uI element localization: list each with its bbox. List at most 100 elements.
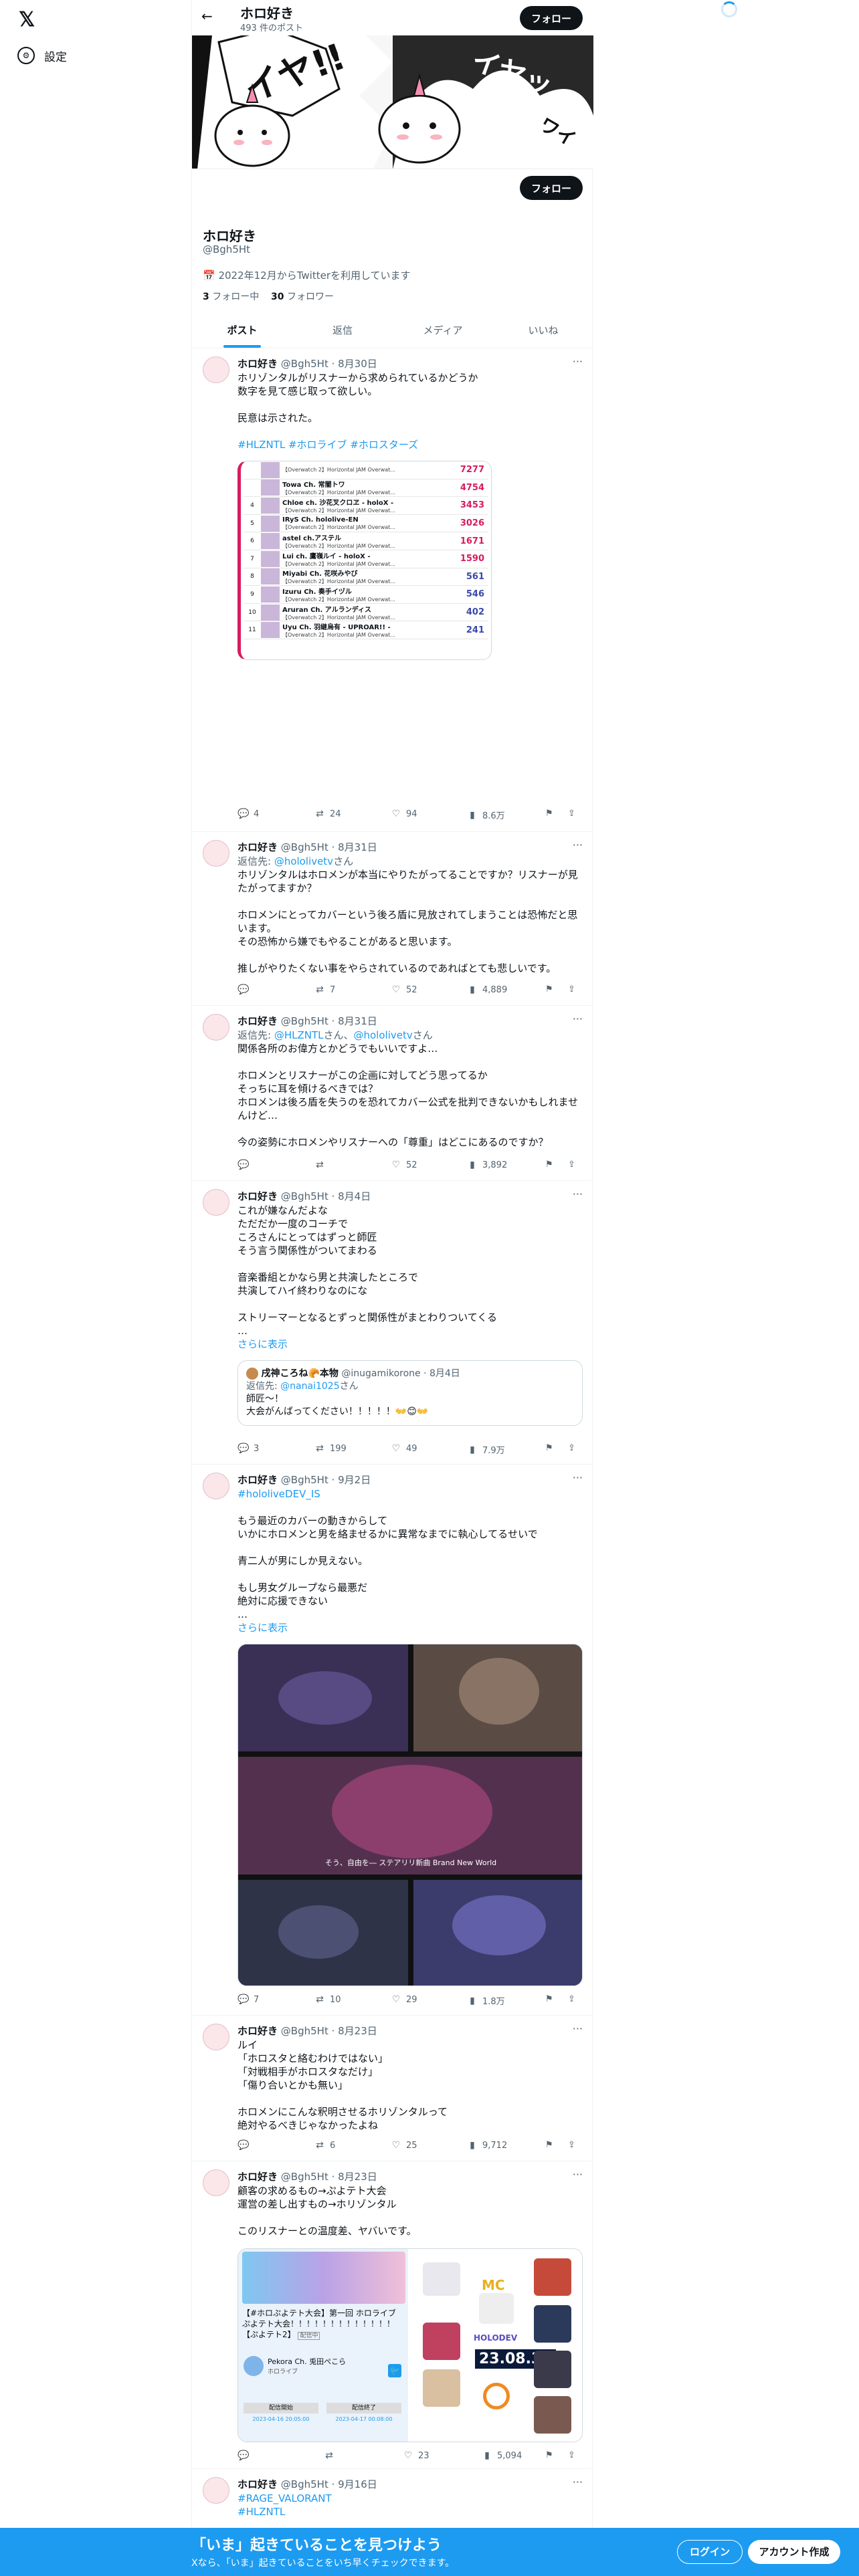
tab-posts[interactable]: ポスト (192, 313, 292, 348)
more-icon[interactable]: ··· (573, 2168, 583, 2181)
tab-media[interactable]: メディア (393, 313, 493, 348)
share-icon[interactable]: ⇪ (568, 1443, 575, 1453)
tweet-hashtag[interactable]: #hololiveDEV_IS (237, 1487, 583, 1501)
tweet-author[interactable]: ホロ好き (237, 2478, 278, 2490)
reply-button[interactable]: 💬 (237, 2140, 254, 2151)
like-button[interactable]: ♡ 29 (390, 1994, 417, 2005)
tweet-hashtags[interactable]: #HLZNTL #ホロライブ #ホロスターズ (237, 438, 583, 451)
share-icon[interactable]: ⇪ (568, 809, 575, 819)
share-icon[interactable]: ⇪ (568, 984, 575, 994)
image-left[interactable]: 【#ホロぷよテト大会】第一回 ホロライブぷよテト大会！！！！！！！！！！！！！【… (238, 2249, 409, 2442)
views-button[interactable]: ▮ 5,094 (481, 2450, 522, 2461)
reply-handle-link[interactable]: @HLZNTL (274, 1029, 324, 1041)
retweet-button[interactable]: ⇄ 199 (314, 1443, 347, 1454)
avatar[interactable] (203, 2477, 229, 2504)
tweet[interactable]: ホロ好き @Bgh5Ht · 8月4日 ··· これが嫌なんだよな ただだか一度… (192, 1181, 593, 1465)
bookmark-icon[interactable]: ⚑ (545, 2450, 553, 2460)
share-icon[interactable]: ⇪ (568, 1160, 575, 1170)
more-icon[interactable]: ··· (573, 2022, 583, 2035)
retweet-button[interactable]: ⇄ (323, 2450, 339, 2461)
avatar[interactable] (203, 1473, 229, 1499)
tweet-author[interactable]: ホロ好き (237, 2025, 278, 2037)
views-button[interactable]: ▮ 8.6万 (466, 809, 505, 822)
followers-link[interactable]: 30 フォロワー (271, 292, 334, 302)
views-button[interactable]: ▮ 3,892 (466, 1160, 507, 1170)
bookmark-icon[interactable]: ⚑ (545, 1160, 553, 1170)
quote-reply-handle[interactable]: @nanai1025 (280, 1381, 339, 1392)
bookmark-icon[interactable]: ⚑ (545, 1443, 553, 1453)
retweet-button[interactable]: ⇄ (314, 1160, 330, 1170)
share-icon[interactable]: ⇪ (568, 2450, 575, 2460)
bookmark-icon[interactable]: ⚑ (545, 809, 553, 819)
like-button[interactable]: ♡ 25 (390, 2140, 417, 2151)
back-arrow-icon[interactable]: ← (201, 8, 213, 24)
avatar[interactable] (203, 1014, 229, 1041)
following-link[interactable]: 3 フォロー中 (203, 292, 259, 302)
views-button[interactable]: ▮ 1.8万 (466, 1994, 505, 2008)
retweet-button[interactable]: ⇄ 6 (314, 2140, 335, 2151)
bookmark-icon[interactable]: ⚑ (545, 984, 553, 994)
more-icon[interactable]: ··· (573, 839, 583, 851)
retweet-button[interactable]: ⇄ 24 (314, 809, 341, 819)
reply-button[interactable]: 💬 3 (237, 1443, 259, 1454)
like-button[interactable]: ♡ 52 (390, 1160, 417, 1170)
tweet-author[interactable]: ホロ好き (237, 1015, 278, 1027)
settings-link[interactable]: ⚙ 設定 (17, 47, 67, 64)
reply-button[interactable]: 💬 4 (237, 809, 259, 819)
tweet-image[interactable]: そう、自由を― ステアリリ新曲 Brand New World (237, 1644, 583, 1986)
like-button[interactable]: ♡ 23 (402, 2450, 430, 2461)
views-button[interactable]: ▮ 9,712 (466, 2140, 507, 2151)
topbar-follow-button[interactable]: フォロー (520, 6, 583, 30)
tweet-author[interactable]: ホロ好き (237, 1474, 278, 1486)
tweet-hashtags[interactable]: #RAGE_VALORANT #HLZNTL (237, 2492, 583, 2518)
more-icon[interactable]: ··· (573, 1471, 583, 1484)
tweet-image-pair[interactable]: 【#ホロぷよテト大会】第一回 ホロライブぷよテト大会！！！！！！！！！！！！！【… (237, 2248, 583, 2442)
tweet[interactable]: ホロ好き @Bgh5Ht · 8月30日 ··· ホリゾンタルがリスナーから求め… (192, 348, 593, 832)
tweet[interactable]: ホロ好き @Bgh5Ht · 8月23日 ··· 顧客の求めるもの→ぷよテト大会… (192, 2161, 593, 2469)
tweet[interactable]: ホロ好き @Bgh5Ht · 9月2日 ··· #hololiveDEV_IS … (192, 1465, 593, 2016)
bookmark-icon[interactable]: ⚑ (545, 1994, 553, 2004)
views-button[interactable]: ▮ 7.9万 (466, 1443, 505, 1457)
retweet-button[interactable]: ⇄ 7 (314, 984, 335, 995)
reply-handle-link-2[interactable]: @hololivetv (354, 1029, 413, 1041)
x-logo-icon[interactable]: 𝕏 (19, 8, 40, 31)
profile-follow-button[interactable]: フォロー (520, 176, 583, 200)
reply-button[interactable]: 💬 (237, 2450, 254, 2461)
reply-button[interactable]: 💬 7 (237, 1994, 259, 2005)
show-more-link[interactable]: さらに表示 (237, 1621, 583, 1634)
tweet-author[interactable]: ホロ好き (237, 1190, 278, 1202)
more-icon[interactable]: ··· (573, 1188, 583, 1200)
views-button[interactable]: ▮ 4,889 (466, 984, 507, 995)
image-right[interactable]: MC HOLODEV 23.08.30 (409, 2249, 582, 2442)
tweet[interactable]: ホロ好き @Bgh5Ht · 8月31日 ··· 返信先: @HLZNTLさん、… (192, 1006, 593, 1181)
more-icon[interactable]: ··· (573, 355, 583, 368)
signup-button[interactable]: アカウント作成 (748, 2540, 840, 2564)
reply-button[interactable]: 💬 (237, 1160, 254, 1170)
tab-replies[interactable]: 返信 (292, 313, 393, 348)
tweet-author[interactable]: ホロ好き (237, 358, 278, 370)
reply-button[interactable]: 💬 (237, 984, 254, 995)
bookmark-icon[interactable]: ⚑ (545, 2140, 553, 2150)
tweet-author[interactable]: ホロ好き (237, 841, 278, 853)
avatar[interactable] (203, 2169, 229, 2196)
avatar[interactable] (203, 1189, 229, 1216)
tweet-author[interactable]: ホロ好き (237, 2171, 278, 2183)
more-icon[interactable]: ··· (573, 2476, 583, 2488)
login-button[interactable]: ログイン (677, 2540, 743, 2564)
more-icon[interactable]: ··· (573, 1012, 583, 1025)
share-icon[interactable]: ⇪ (568, 2140, 575, 2150)
like-button[interactable]: ♡ 49 (390, 1443, 417, 1454)
tab-likes[interactable]: いいね (493, 313, 593, 348)
quote-tweet[interactable]: 戌神ころね🥐本物 @inugamikorone · 8月4日 返信先: @nan… (237, 1360, 583, 1426)
retweet-button[interactable]: ⇄ 10 (314, 1994, 341, 2005)
tweet[interactable]: ホロ好き @Bgh5Ht · 9月16日 ··· #RAGE_VALORANT … (192, 2469, 593, 2528)
avatar[interactable] (203, 356, 229, 383)
reply-handle-link[interactable]: @hololivetv (274, 855, 333, 867)
like-button[interactable]: ♡ 52 (390, 984, 417, 995)
like-button[interactable]: ♡ 94 (390, 809, 417, 819)
share-icon[interactable]: ⇪ (568, 1994, 575, 2004)
tweet[interactable]: ホロ好き @Bgh5Ht · 8月31日 ··· 返信先: @hololivet… (192, 832, 593, 1006)
show-more-link[interactable]: さらに表示 (237, 1337, 583, 1351)
tweet[interactable]: ホロ好き @Bgh5Ht · 8月23日 ··· ルイ 「ホロスタと絡むわけでは… (192, 2016, 593, 2161)
avatar[interactable] (203, 2024, 229, 2050)
